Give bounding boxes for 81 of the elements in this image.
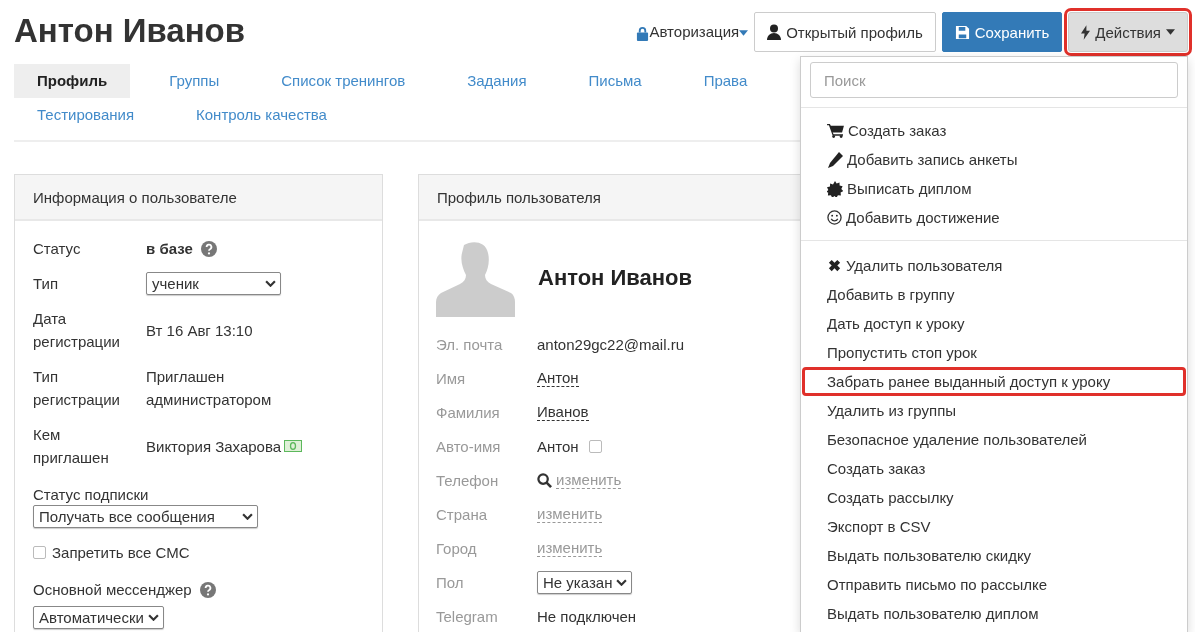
field-value: Вт 16 Авг 13:10 <box>146 320 254 341</box>
lightning-icon <box>1081 24 1091 40</box>
page-title: Антон Иванов <box>14 12 247 51</box>
help-icon <box>200 240 217 257</box>
field-label: Страна <box>436 505 488 523</box>
field-label: Telegram <box>436 607 499 625</box>
tab[interactable]: Задания <box>444 64 550 98</box>
avatar-silhouette-icon <box>436 239 516 317</box>
type-select[interactable]: ученик <box>146 272 281 295</box>
tab[interactable]: Тестирования <box>14 98 158 132</box>
menu-item[interactable]: Забрать ранее выданный доступ к уроку <box>802 367 1186 396</box>
messenger-select[interactable]: Автоматически <box>33 606 164 629</box>
public-profile-button[interactable]: Открытый профиль <box>754 12 936 52</box>
chevron-down-icon <box>242 513 253 520</box>
checkbox-label: Запретить все СМС <box>52 544 190 561</box>
menu-item[interactable]: Создать заказ <box>802 116 1186 145</box>
menu-item[interactable]: Создать рассылку <box>802 483 1186 512</box>
panel-header: Информация о пользователе <box>15 175 382 221</box>
chevron-down-icon <box>616 578 628 586</box>
cross-icon <box>827 258 842 273</box>
search-field[interactable]: Поиск <box>810 62 1178 98</box>
field-value: Виктория Захарова <box>146 436 282 457</box>
status-value: в базе <box>146 239 193 259</box>
sms-checkbox[interactable] <box>33 546 46 559</box>
field-label: Авто-имя <box>436 437 502 455</box>
field-label: Имя <box>436 369 467 387</box>
menu-item[interactable]: Дать доступ к уроку <box>802 309 1186 338</box>
field-label: Статус <box>33 239 82 259</box>
search-icon <box>537 472 552 488</box>
tab[interactable]: Профиль <box>14 64 131 98</box>
caret-icon <box>739 30 749 37</box>
menu-item[interactable]: Безопасное удаление пользователей <box>802 425 1186 454</box>
pencil-icon <box>827 151 843 168</box>
menu-item[interactable]: Добавить в группу <box>802 280 1186 309</box>
lock-icon <box>636 25 650 41</box>
field-label: Телефон <box>436 471 500 489</box>
save-button[interactable]: Сохранить <box>941 12 1063 52</box>
menu-item[interactable]: Создать заказ <box>802 454 1186 483</box>
caret-icon <box>1166 29 1175 35</box>
menu-item[interactable]: Пропустить стоп урок <box>802 338 1186 367</box>
field-label: Фамилия <box>436 403 501 421</box>
tab[interactable]: Права <box>680 64 771 98</box>
tab[interactable]: Группы <box>146 64 243 98</box>
field-value: Антон <box>537 437 579 455</box>
profile-name: Антон Иванов <box>538 265 693 291</box>
field-value: Не подключен <box>537 607 638 625</box>
field-label: Дата регистрации <box>33 309 121 352</box>
menu-item[interactable]: Добавить запись анкеты <box>802 145 1186 174</box>
banknote-icon <box>284 440 303 452</box>
cart-icon <box>827 123 844 138</box>
menu-item[interactable]: Отправить письмо по рассылке <box>802 570 1186 599</box>
field-label: Эл. почта <box>436 335 504 353</box>
field-label: Тип регистрации <box>33 367 121 410</box>
menu-item[interactable]: Удалить из группы <box>802 396 1186 425</box>
auto-name-checkbox[interactable] <box>588 439 602 453</box>
menu-item[interactable]: Выдать пользователю диплом <box>802 599 1186 628</box>
tab[interactable]: Контроль качества <box>173 98 350 132</box>
field-label: Пол <box>436 573 465 591</box>
tab[interactable]: Список тренингов <box>258 64 429 98</box>
seal-icon <box>827 180 843 197</box>
menu-item[interactable]: Выдать пользователю скидку <box>802 541 1186 570</box>
chevron-down-icon <box>147 614 159 621</box>
tab[interactable]: Письма <box>565 64 665 98</box>
menu-item[interactable]: Экспорт в CSV <box>802 512 1186 541</box>
field-label: Статус подписки <box>33 485 150 505</box>
menu-item[interactable]: Удалить пользователя <box>802 251 1186 280</box>
field-label: Кем приглашен <box>33 425 110 468</box>
editable-value[interactable]: Антон <box>537 369 579 387</box>
field-label: Тип <box>33 274 59 294</box>
authorization-link[interactable]: Авторизация <box>636 23 749 41</box>
smiley-icon <box>827 210 842 225</box>
field-value: Приглашен администратором <box>146 367 273 410</box>
help-icon <box>199 581 216 598</box>
gender-select[interactable]: Не указан <box>537 570 633 594</box>
field-label: Основной мессенджер <box>33 581 192 598</box>
field-label: Город <box>436 539 478 557</box>
subscription-select[interactable]: Получать все сообщения <box>33 505 258 528</box>
person-icon <box>767 24 782 40</box>
field-value: anton29gc22@mail.ru <box>537 335 685 353</box>
editable-value[interactable]: Иванов <box>537 403 589 421</box>
chevron-down-icon <box>265 280 276 287</box>
